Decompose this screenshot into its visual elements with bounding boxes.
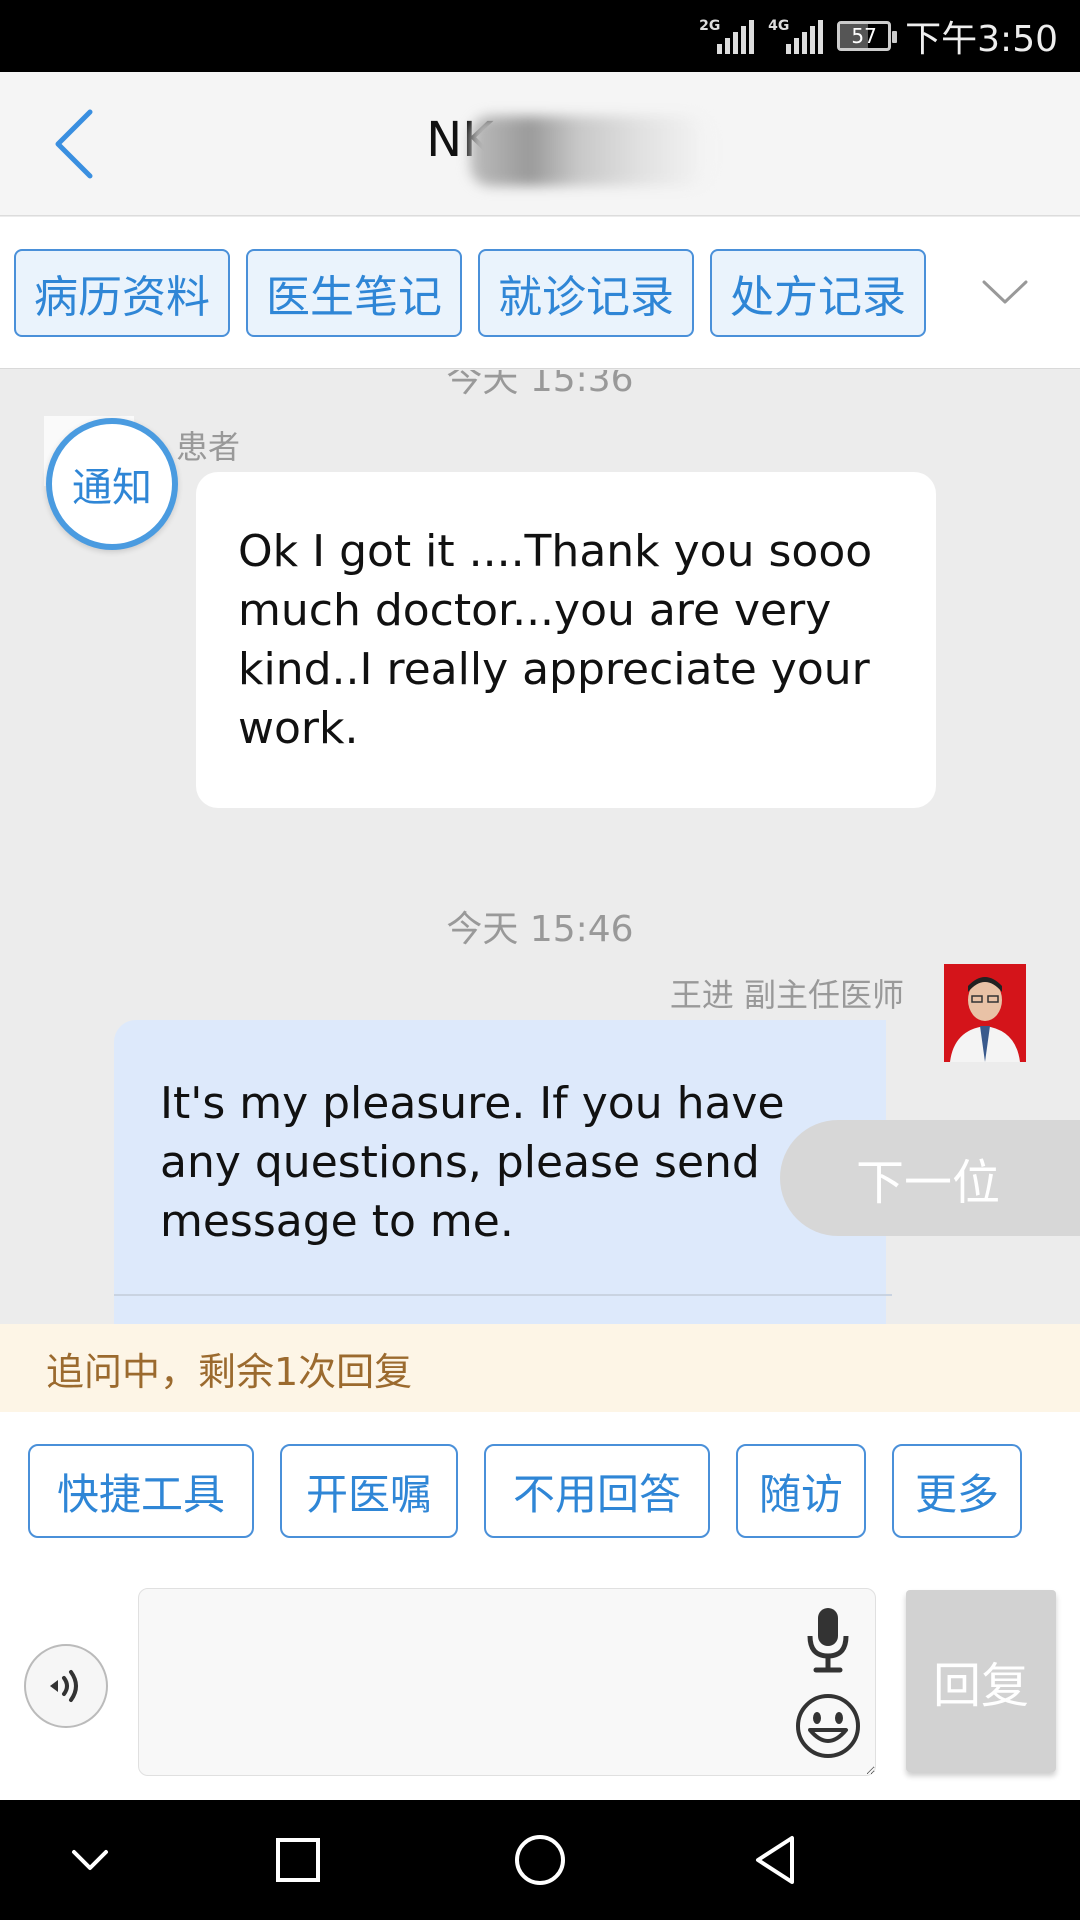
status-time: 下午3:50 <box>905 19 1058 60</box>
doctor-photo-icon <box>944 964 1026 1062</box>
battery-level: 57 <box>851 24 877 48</box>
status-indicators: 2G 4G 57 下午3:50 <box>699 12 1058 60</box>
reply-text-input[interactable] <box>138 1588 876 1776</box>
system-nav-bar <box>0 1800 1080 1920</box>
reply-button[interactable]: 回复 <box>906 1590 1056 1772</box>
doctor-sender-label: 王进 副主任医师 <box>669 976 904 1014</box>
visit-records-button[interactable]: 就诊记录 <box>478 249 694 337</box>
signal-icon-1: 2G <box>699 18 755 54</box>
quick-tools-button[interactable]: 快捷工具 <box>28 1444 254 1538</box>
notify-badge[interactable]: 通知 <box>46 418 178 550</box>
action-bar: 快捷工具 开医嘱 不用回答 随访 更多 <box>0 1412 1080 1582</box>
bubble-divider <box>114 1294 892 1296</box>
signal-2-label: 4G <box>768 18 790 34</box>
records-tab-bar: 病历资料 医生笔记 就诊记录 处方记录 <box>0 217 1080 369</box>
app-header: NK <box>0 72 1080 216</box>
signal-icon-2: 4G <box>768 18 824 54</box>
chevron-down-icon[interactable] <box>980 272 1030 312</box>
doctor-avatar[interactable] <box>944 964 1026 1062</box>
signal-1-label: 2G <box>699 18 721 34</box>
medical-records-button[interactable]: 病历资料 <box>14 249 230 337</box>
patient-sender-label: 患者 <box>176 428 241 466</box>
doctor-notes-button[interactable]: 医生笔记 <box>246 249 462 337</box>
emoji-icon[interactable] <box>794 1692 862 1760</box>
timestamp-1: 今天 15:36 <box>446 370 634 400</box>
doctor-message-bubble[interactable]: It's my pleasure. If you have any questi… <box>114 1020 886 1324</box>
blurred-name-mask <box>470 116 710 186</box>
voice-mode-button[interactable] <box>24 1644 108 1728</box>
patient-message-bubble[interactable]: Ok I got it ....Thank you sooo much doct… <box>196 472 936 808</box>
next-patient-button[interactable]: 下一位 <box>780 1120 1080 1236</box>
follow-up-button[interactable]: 随访 <box>736 1444 866 1538</box>
nav-hide-icon[interactable] <box>60 1830 120 1890</box>
battery-icon: 57 <box>837 21 898 51</box>
nav-home-icon[interactable] <box>510 1830 570 1890</box>
speaker-wave-icon <box>50 1670 78 1702</box>
followup-notice: 追问中，剩余1次回复 <box>0 1324 1080 1412</box>
status-bar: 2G 4G 57 下午3:50 <box>0 0 1080 72</box>
no-answer-button[interactable]: 不用回答 <box>484 1444 710 1538</box>
nav-recents-icon[interactable] <box>268 1830 328 1890</box>
prescribe-button[interactable]: 开医嘱 <box>280 1444 458 1538</box>
more-button[interactable]: 更多 <box>892 1444 1022 1538</box>
followup-notice-text: 追问中，剩余1次回复 <box>46 1349 413 1394</box>
input-row: 回复 <box>0 1582 1080 1800</box>
microphone-icon[interactable] <box>800 1604 856 1676</box>
nav-back-icon[interactable] <box>748 1830 808 1890</box>
prescription-records-button[interactable]: 处方记录 <box>710 249 926 337</box>
timestamp-2: 今天 15:46 <box>446 909 634 950</box>
